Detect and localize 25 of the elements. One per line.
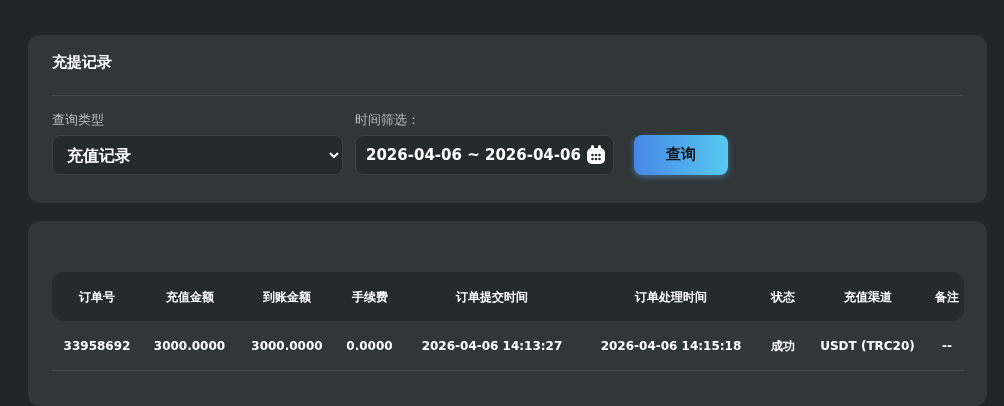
column-header: 充值金额 <box>165 289 214 304</box>
field-label: 查询类型 <box>52 110 105 129</box>
column-header: 手续费 <box>351 289 388 304</box>
column-header: 订单提交时间 <box>456 289 528 304</box>
field-label: 时间筛选： <box>355 110 421 129</box>
column-header: 到账金额 <box>263 289 311 304</box>
column-header: 充值渠道 <box>843 289 892 304</box>
table-cell: 3000.0000 <box>153 338 226 353</box>
table-cell: USDT (TRC20) <box>820 338 915 353</box>
column-header: 状态 <box>770 289 795 304</box>
table-cell: 2026-04-06 14:13:27 <box>421 338 563 353</box>
query-type-select[interactable]: 充值记录 <box>52 135 343 175</box>
card-title: 充提记录 <box>52 52 113 73</box>
calendar-icon <box>585 144 607 166</box>
column-header: 订单处理时间 <box>635 289 707 304</box>
table-cell: 2026-04-06 14:15:18 <box>600 338 742 353</box>
table-cell: 成功 <box>770 338 795 353</box>
table-cell: 3000.0000 <box>251 338 323 353</box>
search-button[interactable]: 查询 <box>634 134 728 175</box>
table-cell: 0.0000 <box>346 338 393 353</box>
table-cell: 33958692 <box>63 338 131 353</box>
column-header: 备注 <box>935 289 959 304</box>
table-cell: -- <box>942 338 952 353</box>
column-header: 订单号 <box>79 289 115 304</box>
date-range-field[interactable]: 2026-04-06 ~ 2026-04-06 <box>355 135 614 175</box>
